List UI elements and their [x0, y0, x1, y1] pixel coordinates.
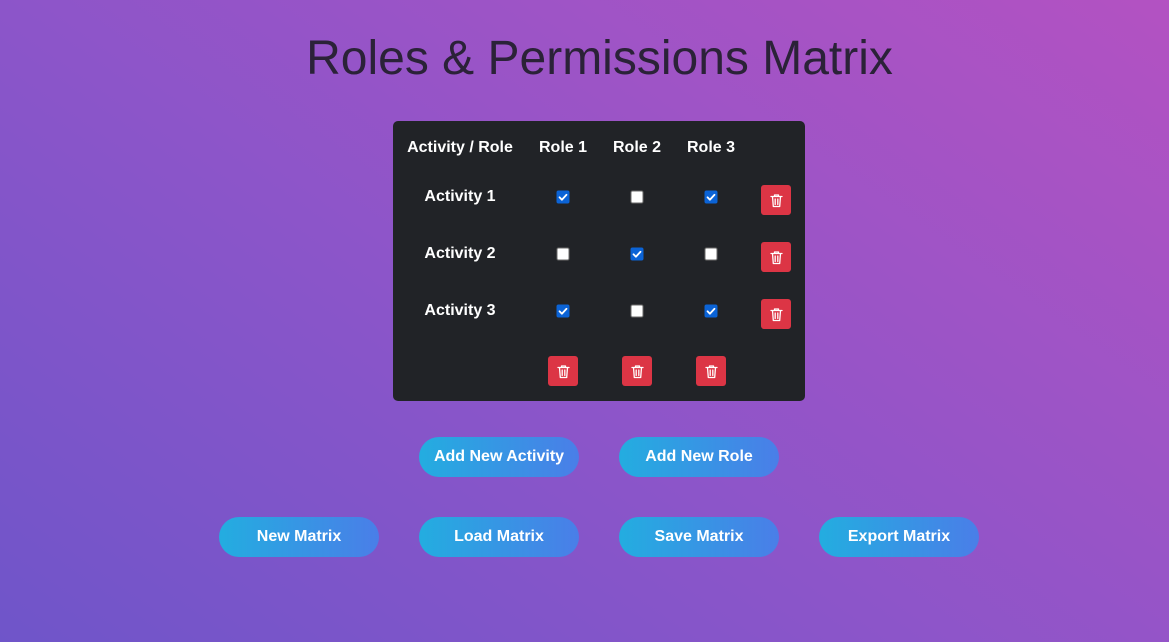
permission-checkbox-a3-r3[interactable] [704, 304, 718, 318]
trash-icon [630, 364, 644, 378]
trash-icon [769, 193, 783, 207]
checkmark-icon [558, 193, 568, 201]
activity-label-1: Activity 1 [424, 188, 496, 205]
permission-checkbox-a1-r2[interactable] [630, 190, 644, 204]
page-title: Roles & Permissions Matrix [306, 32, 893, 85]
checkmark-icon [558, 307, 568, 315]
load-matrix-button[interactable]: Load Matrix [419, 517, 579, 557]
export-matrix-button[interactable]: Export Matrix [819, 517, 979, 557]
corner-header: Activity / Role [407, 139, 513, 156]
add-activity-button[interactable]: Add New Activity [419, 437, 579, 477]
permissions-matrix-table: Activity / Role Role 1 Role 2 Role 3 Act… [393, 121, 805, 401]
delete-activity-button-1[interactable] [761, 185, 791, 215]
new-matrix-button[interactable]: New Matrix [219, 517, 379, 557]
checkmark-icon [706, 193, 716, 201]
trash-icon [769, 250, 783, 264]
checkmark-icon [706, 307, 716, 315]
trash-icon [704, 364, 718, 378]
activity-label-2: Activity 2 [424, 245, 496, 262]
permission-checkbox-a1-r3[interactable] [704, 190, 718, 204]
permission-checkbox-a2-r2[interactable] [630, 247, 644, 261]
permission-checkbox-a1-r1[interactable] [556, 190, 570, 204]
delete-activity-button-3[interactable] [761, 299, 791, 329]
permission-checkbox-a3-r1[interactable] [556, 304, 570, 318]
permission-checkbox-a2-r3[interactable] [704, 247, 718, 261]
permission-checkbox-a3-r2[interactable] [630, 304, 644, 318]
save-matrix-button[interactable]: Save Matrix [619, 517, 779, 557]
add-role-button[interactable]: Add New Role [619, 437, 779, 477]
delete-activity-button-2[interactable] [761, 242, 791, 272]
role-header-3: Role 3 [686, 139, 736, 156]
activity-label-3: Activity 3 [424, 302, 496, 319]
role-header-2: Role 2 [612, 139, 662, 156]
checkmark-icon [632, 250, 642, 258]
delete-role-button-3[interactable] [696, 356, 726, 386]
role-header-1: Role 1 [538, 139, 588, 156]
permission-checkbox-a2-r1[interactable] [556, 247, 570, 261]
delete-role-button-2[interactable] [622, 356, 652, 386]
delete-role-button-1[interactable] [548, 356, 578, 386]
trash-icon [556, 364, 570, 378]
trash-icon [769, 307, 783, 321]
